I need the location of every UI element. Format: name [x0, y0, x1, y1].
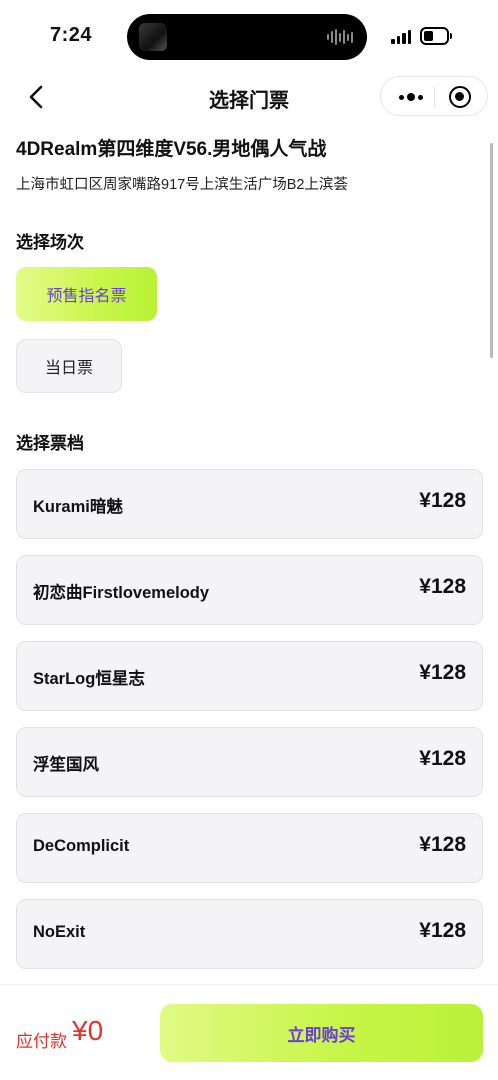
event-address: 上海市虹口区周家嘴路917号上滨生活广场B2上滨荟 — [16, 177, 348, 193]
tier-section-label: 选择票档 — [16, 434, 84, 453]
audio-waveform-icon — [327, 29, 353, 45]
session-section-label: 选择场次 — [16, 233, 84, 252]
event-title: 4DRealm第四维度V56.男地偶人气战 — [16, 139, 327, 160]
tier-price: ¥128 — [419, 661, 466, 684]
buy-now-button[interactable]: 立即购买 — [160, 1004, 483, 1062]
tier-option[interactable]: 浮笙国风 ¥128 — [16, 727, 483, 797]
tier-option[interactable]: 初恋曲Firstlovemelody ¥128 — [16, 555, 483, 625]
tier-name: NoExit — [33, 923, 86, 941]
status-time: 7:24 — [50, 24, 93, 46]
tier-name: StarLog恒星志 — [33, 670, 145, 688]
cellular-signal-icon — [391, 29, 411, 44]
dynamic-island — [127, 14, 367, 60]
checkout-bar: 应付款 ¥0 立即购买 — [0, 984, 498, 1080]
tier-name: 浮笙国风 — [33, 756, 99, 774]
tier-option[interactable]: DeComplicit ¥128 — [16, 813, 483, 883]
tier-name: DeComplicit — [33, 837, 130, 855]
tier-name: 初恋曲Firstlovemelody — [33, 584, 210, 602]
session-option-presale[interactable]: 预售指名票 — [16, 267, 157, 321]
payable-amount: ¥0 — [72, 1015, 104, 1046]
scrollbar-thumb[interactable] — [490, 143, 493, 358]
payable-label: 应付款 — [16, 1032, 67, 1051]
tier-price: ¥128 — [419, 489, 466, 512]
tier-name: Kurami暗魅 — [33, 498, 123, 516]
status-bar: 7:24 — [0, 0, 498, 72]
tier-option[interactable]: NoExit ¥128 — [16, 899, 483, 969]
tier-price: ¥128 — [419, 919, 466, 942]
now-playing-artwork — [139, 23, 167, 51]
miniprogram-capsule — [380, 76, 488, 116]
close-miniprogram-icon[interactable] — [449, 86, 471, 108]
session-option-same-day[interactable]: 当日票 — [16, 339, 122, 393]
tier-option[interactable]: StarLog恒星志 ¥128 — [16, 641, 483, 711]
tier-option[interactable]: Kurami暗魅 ¥128 — [16, 469, 483, 539]
tier-price: ¥128 — [419, 575, 466, 598]
battery-icon — [420, 27, 452, 45]
nav-bar: 选择门票 — [0, 72, 498, 122]
tier-price: ¥128 — [419, 747, 466, 770]
tier-price: ¥128 — [419, 833, 466, 856]
capsule-divider — [434, 87, 435, 107]
more-icon[interactable] — [389, 83, 433, 111]
